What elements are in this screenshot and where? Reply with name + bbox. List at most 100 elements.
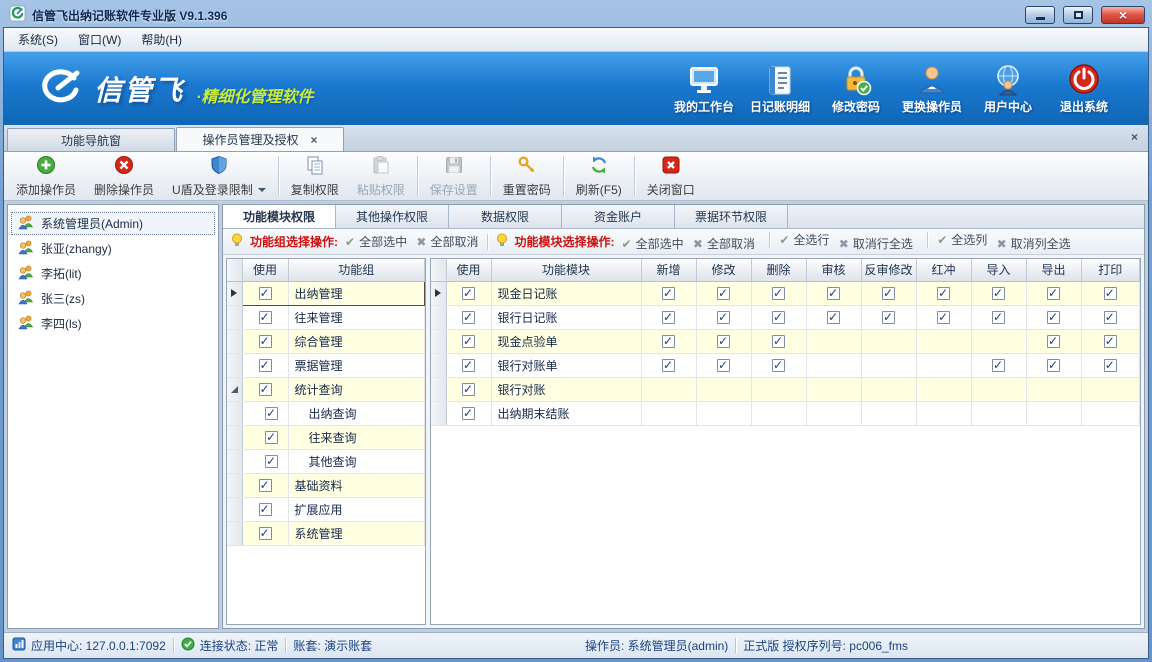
permission-checkbox[interactable] [717,335,730,348]
permission-cell[interactable] [641,281,696,305]
group-row[interactable]: 综合管理 [227,329,425,353]
permission-cell[interactable] [1081,401,1140,425]
use-checkbox[interactable] [462,335,475,348]
tab-close-icon[interactable] [311,133,318,147]
permission-cell[interactable] [1026,281,1081,305]
use-checkbox[interactable] [259,359,272,372]
maximize-button[interactable] [1063,6,1093,24]
permission-cell[interactable] [1081,305,1140,329]
group-row[interactable]: 出纳管理 [227,281,425,305]
permission-cell[interactable] [696,377,751,401]
use-checkbox[interactable] [259,527,272,540]
operator-tree-item[interactable]: 张亚(zhangy) [10,236,216,261]
permission-checkbox[interactable] [717,311,730,324]
tab-function-navigator[interactable]: 功能导航窗 [7,128,175,151]
permission-cell[interactable] [751,377,806,401]
permission-checkbox[interactable] [1047,359,1060,372]
permission-cell[interactable] [1081,329,1140,353]
permission-cell[interactable] [861,401,916,425]
group-row[interactable]: 系统管理 [227,521,425,545]
permission-cell[interactable] [806,281,861,305]
use-checkbox[interactable] [462,287,475,300]
selection-action[interactable]: 全部选中 [622,235,684,252]
permission-cell[interactable] [916,401,971,425]
permission-cell[interactable] [641,305,696,329]
minimize-button[interactable] [1025,6,1055,24]
use-checkbox[interactable] [259,383,272,396]
permission-cell[interactable] [806,305,861,329]
use-checkbox[interactable] [462,383,475,396]
permission-checkbox[interactable] [662,287,675,300]
permission-tab[interactable]: 其他操作权限 [336,205,449,228]
permission-checkbox[interactable] [662,311,675,324]
close-window-button[interactable]: 关闭窗口 [638,154,704,199]
permission-checkbox[interactable] [662,359,675,372]
permission-cell[interactable] [751,281,806,305]
permission-checkbox[interactable] [1104,311,1117,324]
permission-cell[interactable] [696,401,751,425]
permission-cell[interactable] [916,353,971,377]
selection-action[interactable]: 全选列 [922,231,987,248]
permission-checkbox[interactable] [1104,335,1117,348]
permission-cell[interactable] [971,281,1026,305]
permission-checkbox[interactable] [717,359,730,372]
operator-tree-item[interactable]: 李拓(lit) [10,261,216,286]
permission-checkbox[interactable] [772,335,785,348]
permission-cell[interactable] [861,281,916,305]
use-checkbox[interactable] [265,431,278,444]
permission-cell[interactable] [861,305,916,329]
permission-cell[interactable] [696,353,751,377]
selection-action[interactable]: 全部取消 [416,233,478,250]
permission-tab[interactable]: 票据环节权限 [675,205,788,228]
permission-cell[interactable] [1026,305,1081,329]
use-checkbox[interactable] [265,455,278,468]
permission-cell[interactable] [861,353,916,377]
permission-cell[interactable] [861,329,916,353]
group-row[interactable]: 基础资料 [227,473,425,497]
banner-action-switch-operator[interactable]: 更换操作员 [894,62,970,115]
permission-cell[interactable] [861,377,916,401]
use-checkbox[interactable] [259,335,272,348]
permission-checkbox[interactable] [1047,335,1060,348]
reset-password-button[interactable]: 重置密码 [494,154,560,199]
group-row[interactable]: 往来查询 [227,425,425,449]
permission-checkbox[interactable] [1047,287,1060,300]
banner-action-exit[interactable]: 退出系统 [1046,62,1122,115]
permission-cell[interactable] [1081,353,1140,377]
selection-action[interactable]: 全部选中 [345,233,407,250]
use-checkbox[interactable] [259,287,272,300]
permission-cell[interactable] [641,401,696,425]
permission-checkbox[interactable] [1104,287,1117,300]
selection-action[interactable]: 取消行全选 [839,235,913,252]
permission-cell[interactable] [696,329,751,353]
operator-tree-item[interactable]: 李四(ls) [10,311,216,336]
permission-cell[interactable] [971,305,1026,329]
permission-checkbox[interactable] [937,287,950,300]
banner-action-change-password[interactable]: 修改密码 [818,62,894,115]
add-operator-button[interactable]: 添加操作员 [7,154,85,199]
permission-cell[interactable] [971,401,1026,425]
permission-checkbox[interactable] [772,359,785,372]
module-row[interactable]: 银行对账单 [431,353,1140,377]
use-checkbox[interactable] [462,407,475,420]
permission-cell[interactable] [916,281,971,305]
use-checkbox[interactable] [265,407,278,420]
permission-checkbox[interactable] [772,287,785,300]
delete-operator-button[interactable]: 删除操作员 [85,154,163,199]
permission-cell[interactable] [916,377,971,401]
permission-cell[interactable] [1081,377,1140,401]
permission-checkbox[interactable] [717,287,730,300]
permission-cell[interactable] [1026,353,1081,377]
operator-tree-item[interactable]: 张三(zs) [10,286,216,311]
module-row[interactable]: 现金日记账 [431,281,1140,305]
permission-cell[interactable] [916,329,971,353]
use-checkbox[interactable] [462,311,475,324]
selection-action[interactable]: 全选行 [764,231,829,248]
ushield-login-limit-button[interactable]: U盾及登录限制 [163,154,275,199]
permission-cell[interactable] [1026,401,1081,425]
permission-cell[interactable] [1026,377,1081,401]
menu-item[interactable]: 帮助(H) [131,27,192,52]
permission-cell[interactable] [806,329,861,353]
permission-checkbox[interactable] [827,287,840,300]
permission-checkbox[interactable] [1047,311,1060,324]
